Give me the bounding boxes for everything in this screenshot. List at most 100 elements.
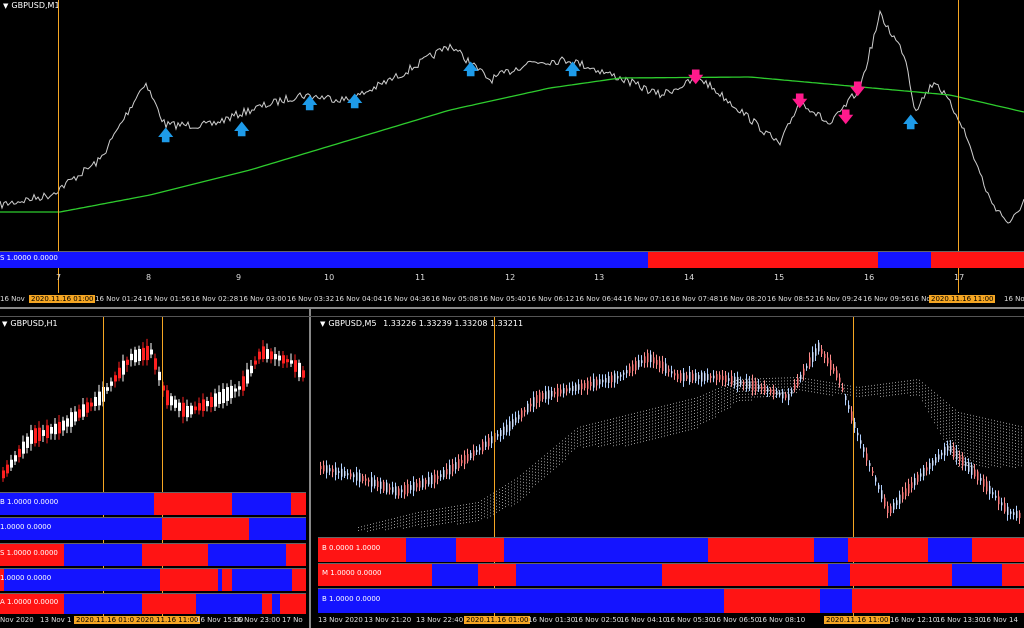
cloud-dot xyxy=(871,394,872,396)
cloud-dot xyxy=(523,487,524,489)
candle-body xyxy=(350,473,352,477)
cloud-dot xyxy=(973,427,974,429)
indicator-strip[interactable]: 1.0000 0.0000 xyxy=(0,517,306,540)
candle-body xyxy=(998,496,1000,505)
cloud-dot xyxy=(658,416,659,417)
cloud-dot xyxy=(664,417,665,419)
candle-body xyxy=(974,469,976,477)
bull-segment xyxy=(504,538,708,562)
cloud-dot xyxy=(811,391,812,393)
cloud-dot xyxy=(376,528,377,530)
cloud-dot xyxy=(727,383,728,385)
cloud-dot xyxy=(937,412,938,414)
cloud-dot xyxy=(1000,427,1001,429)
cloud-dot xyxy=(1012,445,1013,447)
cloud-dot xyxy=(568,447,569,449)
cloud-dot xyxy=(520,499,521,501)
cloud-dot xyxy=(832,388,833,390)
cloud-dot xyxy=(619,428,620,430)
candle-body xyxy=(446,468,448,475)
cloud-dot xyxy=(775,392,776,394)
bull-segment xyxy=(878,252,931,268)
bull-segment xyxy=(0,252,648,268)
candle-body xyxy=(186,406,189,418)
candle-body xyxy=(605,377,607,383)
cloud-dot xyxy=(928,396,929,398)
candle-body xyxy=(794,384,796,390)
cloud-dot xyxy=(958,445,959,446)
bear-segment xyxy=(142,544,208,566)
candle-body xyxy=(1010,511,1012,514)
cloud-dot xyxy=(958,436,959,437)
candle-body xyxy=(821,349,823,354)
chart-gbpusd-m5[interactable]: ▼ GBPUSD,M5 1.33226 1.33239 1.33208 1.332… xyxy=(318,317,1024,628)
session-marker-line[interactable] xyxy=(958,0,959,293)
cloud-dot xyxy=(856,395,857,397)
chart-gbpusd-h1[interactable]: ▼ GBPUSD,H1 B 1.0000 0.0000 1.0000 0.0000… xyxy=(0,317,308,628)
cloud-dot xyxy=(439,514,440,516)
cloud-dot xyxy=(742,390,743,392)
cloud-dot xyxy=(1003,446,1004,448)
cloud-dot xyxy=(625,436,626,438)
indicator-strip[interactable]: S 1.0000 0.0000 xyxy=(0,543,306,566)
chart-title[interactable]: ▼ GBPUSD,M1 xyxy=(3,1,60,10)
cloud-dot xyxy=(982,417,983,419)
cloud-dot xyxy=(994,459,995,461)
bear-segment xyxy=(222,569,232,591)
cloud-dot xyxy=(985,445,986,447)
cloud-dot xyxy=(514,503,515,505)
collapse-triangle-icon[interactable]: ▼ xyxy=(320,320,325,328)
cloud-dot xyxy=(460,505,461,506)
indicator-strip[interactable]: 1.0000 0.0000 xyxy=(0,568,306,591)
cloud-dot xyxy=(958,451,959,452)
cloud-dot xyxy=(460,517,461,518)
cloud-dot xyxy=(841,384,842,386)
cloud-dot xyxy=(562,458,563,460)
pane-divider-horizontal[interactable] xyxy=(0,307,1024,309)
cloud-dot xyxy=(496,490,497,492)
session-marker-line[interactable] xyxy=(58,0,59,293)
cloud-dot xyxy=(934,392,935,394)
indicator-strip[interactable]: B 0.0000 1.0000 xyxy=(318,537,1024,562)
collapse-triangle-icon[interactable]: ▼ xyxy=(2,320,7,328)
cloud-dot xyxy=(967,414,968,416)
cloud-dot xyxy=(748,384,749,386)
cloud-dot xyxy=(478,511,479,512)
cloud-dot xyxy=(742,387,743,389)
indicator-strip[interactable]: B 1.0000 0.0000 xyxy=(0,492,306,515)
cloud-dot xyxy=(778,380,779,382)
cloud-dot xyxy=(661,406,662,408)
cloud-dot xyxy=(511,484,512,486)
cloud-dot xyxy=(721,410,722,412)
candle-body xyxy=(202,399,205,411)
cloud-dot xyxy=(748,381,749,383)
cloud-dot xyxy=(1000,451,1001,453)
cloud-dot xyxy=(751,390,752,392)
cloud-dot xyxy=(973,466,974,468)
candle-body xyxy=(989,485,991,494)
cloud-dot xyxy=(775,389,776,391)
cloud-dot xyxy=(826,387,827,389)
candle-body xyxy=(401,489,403,493)
trend-indicator-strip[interactable]: S 1.0000 0.0000 xyxy=(0,251,1024,268)
cloud-dot xyxy=(667,413,668,415)
cloud-dot xyxy=(430,522,431,523)
pane-divider-vertical[interactable] xyxy=(309,309,311,628)
cloud-dot xyxy=(991,452,992,454)
chart-title[interactable]: ▼ GBPUSD,M5 1.33226 1.33239 1.33208 1.332… xyxy=(320,319,523,328)
collapse-triangle-icon[interactable]: ▼ xyxy=(3,2,8,10)
indicator-strip[interactable]: B 1.0000 0.0000 xyxy=(318,588,1024,613)
chart-gbpusd-m1[interactable]: ▼ GBPUSD,M1 🡅 🡅 🡅 🡅 🡅 🡅 🡇 🡇 🡇 🡇 🡅 S 1.000… xyxy=(0,0,1024,305)
cloud-dot xyxy=(859,389,860,391)
cloud-dot xyxy=(976,464,977,466)
cloud-dot xyxy=(592,444,593,446)
cloud-dot xyxy=(802,386,803,388)
cloud-dot xyxy=(751,384,752,386)
indicator-strip[interactable]: M 1.0000 0.0000 xyxy=(318,563,1024,586)
cloud-dot xyxy=(1006,443,1007,445)
indicator-strip[interactable]: A 1.0000 0.0000 xyxy=(0,593,306,614)
cloud-dot xyxy=(628,414,629,416)
candle-body xyxy=(1013,512,1015,515)
chart-title[interactable]: ▼ GBPUSD,H1 xyxy=(2,319,58,328)
candle-body xyxy=(947,445,949,451)
